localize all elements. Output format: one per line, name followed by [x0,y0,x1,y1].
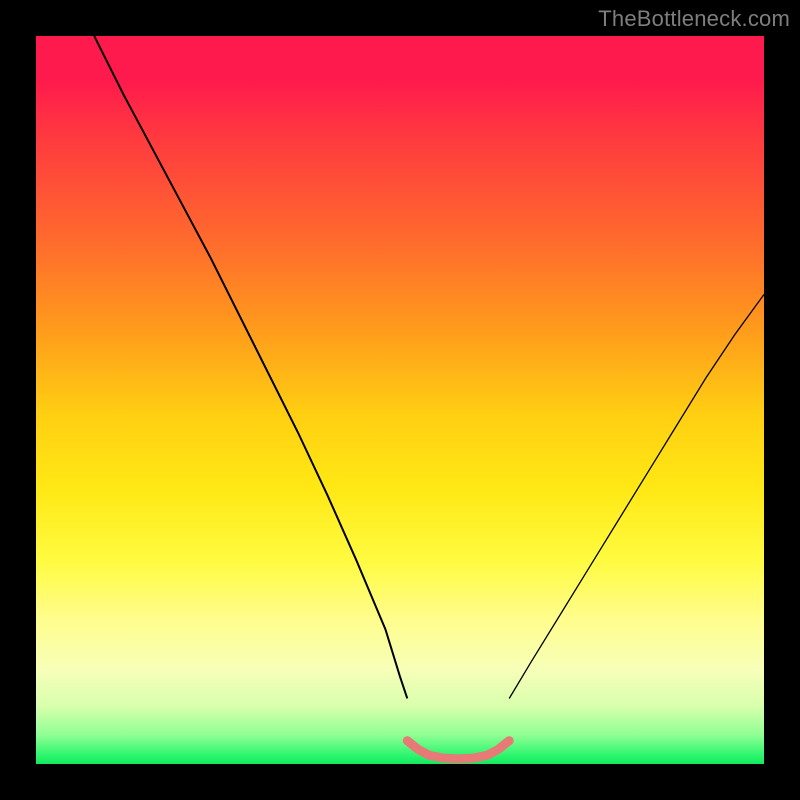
series-flat-bottom [407,741,509,759]
series-curve-right [509,294,764,698]
chart-frame: TheBottleneck.com [0,0,800,800]
series-curve-left [94,36,407,698]
series-canvas [36,36,764,764]
plot-area [36,36,764,764]
watermark-text: TheBottleneck.com [598,6,790,32]
